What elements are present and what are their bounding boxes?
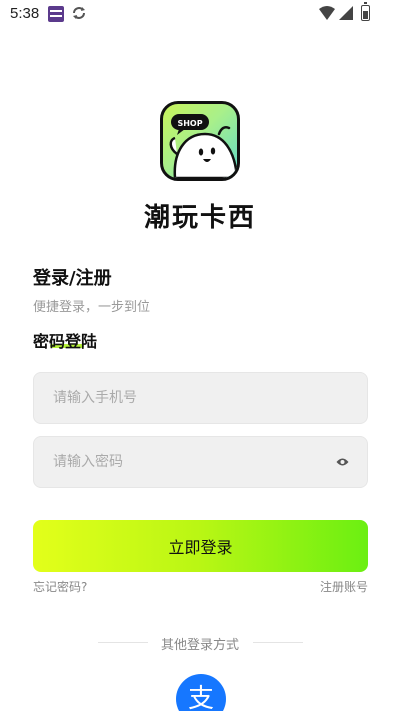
phone-input[interactable] bbox=[34, 373, 367, 423]
alipay-login-button[interactable]: 支 bbox=[176, 674, 226, 711]
battery-icon bbox=[361, 2, 370, 21]
forgot-password-link[interactable]: 忘记密码? bbox=[33, 578, 87, 595]
notification-icon bbox=[48, 6, 64, 22]
password-input-box[interactable] bbox=[33, 436, 368, 488]
signal-icon bbox=[339, 6, 353, 20]
sync-icon bbox=[73, 7, 85, 19]
eye-icon[interactable] bbox=[336, 457, 349, 467]
register-link[interactable]: 注册账号 bbox=[320, 578, 368, 595]
tab-password-login[interactable]: 密码登陆 bbox=[33, 328, 97, 352]
login-title: 登录/注册 bbox=[33, 268, 112, 289]
status-bar: 5:38 bbox=[0, 0, 400, 28]
logo-shop-text: SHOP bbox=[177, 119, 202, 128]
phone-input-box[interactable] bbox=[33, 372, 368, 424]
alipay-icon: 支 bbox=[187, 684, 214, 711]
status-time: 5:38 bbox=[10, 5, 40, 22]
app-title: 潮玩卡西 bbox=[143, 203, 256, 233]
wifi-icon bbox=[319, 6, 335, 20]
other-login-label: 其他登录方式 bbox=[160, 638, 239, 653]
login-button[interactable]: 立即登录 bbox=[33, 520, 368, 572]
password-input[interactable] bbox=[34, 437, 367, 487]
divider-right bbox=[253, 642, 303, 643]
logo-mascot: SHOP bbox=[169, 114, 237, 178]
app-logo: SHOP bbox=[160, 101, 240, 181]
login-subtitle: 便捷登录，一步到位 bbox=[33, 300, 151, 315]
